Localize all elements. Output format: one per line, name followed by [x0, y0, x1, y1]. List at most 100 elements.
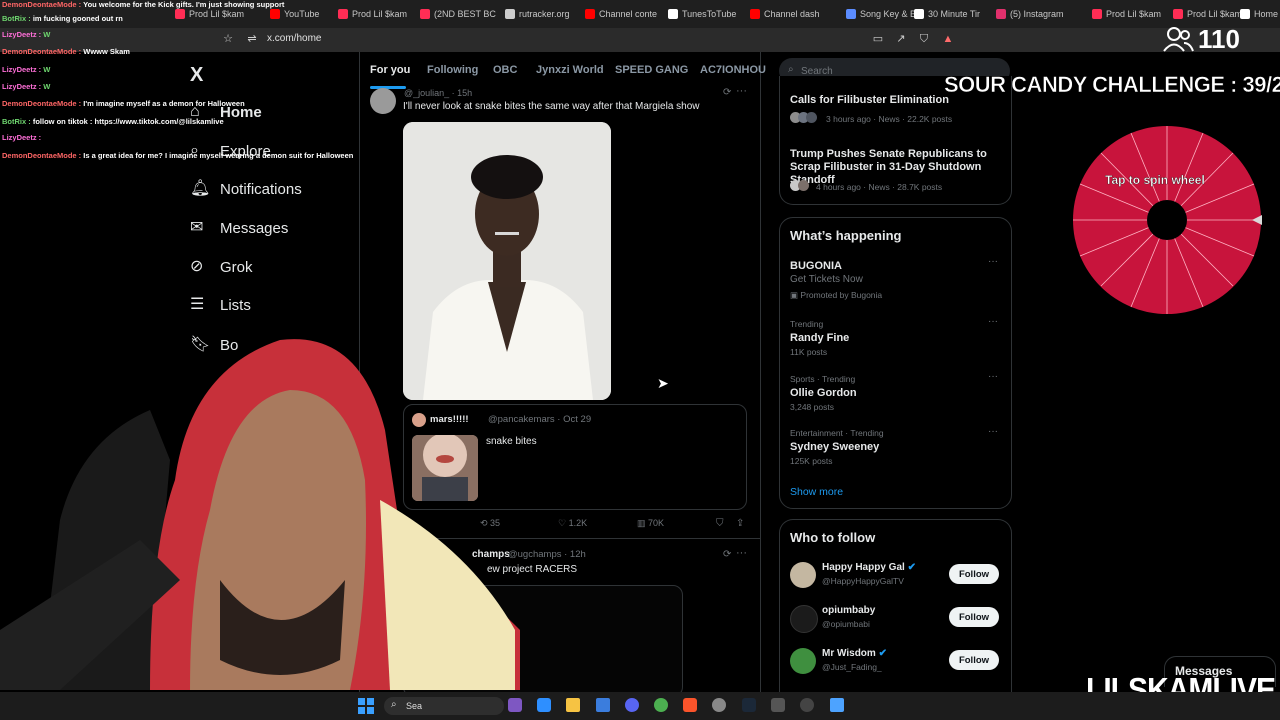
browser-tab[interactable]: (2ND BEST BC	[420, 4, 496, 24]
share-icon[interactable]: ↗	[895, 33, 907, 45]
chat-text: W	[43, 30, 51, 39]
app-icon-2[interactable]	[654, 698, 668, 712]
challenge-counter: SOUR CANDY CHALLENGE : 39/250	[944, 72, 1280, 98]
chat-username: LizyDeetz :	[2, 82, 44, 91]
tab-favicon-icon	[1173, 9, 1183, 19]
trend-title[interactable]: BUGONIA	[790, 260, 842, 272]
wheel-label[interactable]: Tap to spin wheel	[1105, 173, 1205, 187]
trend-title[interactable]: Ollie Gordon	[790, 387, 857, 399]
follow-button[interactable]: Follow	[949, 650, 999, 670]
store-icon[interactable]	[596, 698, 610, 712]
more-icon[interactable]: ···	[736, 547, 747, 559]
chat-username: LizyDeetz :	[2, 65, 44, 74]
account-name[interactable]: Happy Happy Gal ✔	[822, 562, 916, 573]
spin-wheel[interactable]: Tap to spin wheel	[1072, 125, 1262, 315]
tab-label: Home	[1254, 9, 1279, 19]
discord-icon[interactable]	[625, 698, 639, 712]
browser-tab[interactable]: (5) Instagram	[996, 4, 1064, 24]
tab-favicon-icon	[420, 9, 430, 19]
browser-tab[interactable]: Channel dash	[750, 4, 820, 24]
nav-item-messages[interactable]: ✉ Messages	[190, 213, 288, 243]
viewers-icon	[1163, 27, 1194, 52]
app-icon-4[interactable]	[800, 698, 814, 712]
steam-icon[interactable]	[742, 698, 756, 712]
follow-button[interactable]: Follow	[949, 564, 999, 584]
taskbar-search-label: Sea	[406, 701, 423, 711]
brave-icon[interactable]	[683, 698, 697, 712]
more-icon[interactable]: ···	[988, 426, 998, 437]
chat-message: LizyDeetz : W	[2, 30, 50, 39]
right-sidebar: ⌕ Search Calls for Filibuster Eliminatio…	[779, 52, 1012, 695]
more-icon[interactable]: ···	[988, 371, 998, 382]
mouse-cursor-icon: ➤	[657, 375, 669, 391]
trend-title[interactable]: Randy Fine	[790, 332, 849, 344]
tab-action-house[interactable]: AC7IONHOU	[700, 64, 766, 76]
cast-icon[interactable]: ▭	[872, 33, 884, 45]
avatar[interactable]	[790, 605, 818, 633]
chat-message: LizyDeetz : W	[2, 65, 50, 74]
nav-item-lists[interactable]: ☰ Lists	[190, 290, 251, 320]
chat-message: BotRix : im fucking gooned out rn	[2, 14, 123, 23]
browser-tab[interactable]: Home	[1240, 4, 1278, 24]
tab-favicon-icon	[914, 9, 924, 19]
like-button[interactable]: ♡ 1.2K	[558, 518, 587, 529]
bookmark-icon[interactable]: ⛉	[716, 518, 724, 529]
more-icon[interactable]: ···	[736, 85, 747, 97]
browser-tab[interactable]: Channel conte	[585, 4, 657, 24]
browser-tab[interactable]: Prod Lil $kam	[1173, 4, 1242, 24]
show-more-link[interactable]: Show more	[790, 486, 843, 498]
avatar-stack	[790, 112, 818, 124]
chat-overlay: BotRix : im fucking gooned out rn LizyDee…	[0, 0, 420, 165]
trend-count: 11K posts	[790, 347, 828, 357]
avatar[interactable]	[790, 562, 816, 588]
name-text: Mr Wisdom	[822, 648, 876, 659]
more-icon[interactable]: ···	[988, 256, 998, 267]
tab-speed-gang[interactable]: SPEED GANG	[615, 64, 688, 76]
trend-count: 125K posts	[790, 456, 833, 466]
browser-tab[interactable]: 30 Minute Tir	[914, 4, 980, 24]
app-icon-1[interactable]	[508, 698, 522, 712]
taskbar-search[interactable]: ⌕ Sea	[384, 697, 504, 715]
browser-tab[interactable]: rutracker.org	[505, 4, 570, 24]
trend-context: Trending	[790, 319, 824, 329]
notepad-icon[interactable]	[830, 698, 844, 712]
extension-icon[interactable]: ▲	[942, 33, 954, 45]
tab-favicon-icon	[996, 9, 1006, 19]
trend-title[interactable]: Sydney Sweeney	[790, 441, 879, 453]
viewer-count: 110	[1198, 24, 1240, 54]
chat-message: DemonDeontaeMode : Wwww Skam	[2, 47, 130, 56]
like-count: 1.2K	[568, 518, 588, 528]
tab-following[interactable]: Following	[427, 64, 478, 76]
chat-text: I'm imagine myself as a demon for Hallow…	[83, 99, 245, 108]
obs-icon[interactable]	[712, 698, 726, 712]
nav-item-grok[interactable]: ⊘ Grok	[190, 252, 253, 282]
tab-label: 30 Minute Tir	[928, 9, 981, 19]
tab-obc[interactable]: OBC	[493, 64, 517, 76]
chat-text: Wwww Skam	[83, 47, 130, 56]
browser-tab[interactable]: TunesToTube	[668, 4, 736, 24]
search-icon: ⌕	[391, 699, 397, 710]
start-icon[interactable]	[358, 698, 374, 714]
trend-context: Sports · Trending	[790, 374, 856, 384]
views-button[interactable]: ▥ 70K	[637, 518, 664, 529]
follow-button[interactable]: Follow	[949, 607, 999, 627]
section-title: What’s happening	[790, 228, 902, 243]
share-icon[interactable]: ⇪	[736, 518, 744, 529]
tab-jynxzi-world[interactable]: Jynxzi World	[536, 64, 604, 76]
viewer-count-overlay: 110	[1160, 24, 1280, 54]
grok-icon[interactable]: ⟳	[723, 87, 731, 98]
more-icon[interactable]: ···	[988, 316, 998, 327]
post-text: I'll never look at snake bites the same …	[403, 101, 700, 112]
app-icon-3[interactable]	[771, 698, 785, 712]
avatar[interactable]	[790, 648, 816, 674]
account-name[interactable]: opiumbaby	[822, 605, 875, 616]
shield-icon[interactable]: ⛉	[918, 33, 930, 45]
account-name[interactable]: Mr Wisdom ✔	[822, 648, 887, 659]
copilot-icon[interactable]	[537, 698, 551, 712]
grok-icon[interactable]: ⟳	[723, 549, 731, 560]
nav-item-notifications[interactable]: 🔔︎ Notifications	[190, 174, 302, 204]
file-explorer-icon[interactable]	[566, 698, 580, 712]
chat-message: DemonDeontaeMode : Is a great idea for m…	[2, 151, 353, 160]
browser-tab[interactable]: Song Key & B	[846, 4, 916, 24]
browser-tab[interactable]: Prod Lil $kam	[1092, 4, 1161, 24]
